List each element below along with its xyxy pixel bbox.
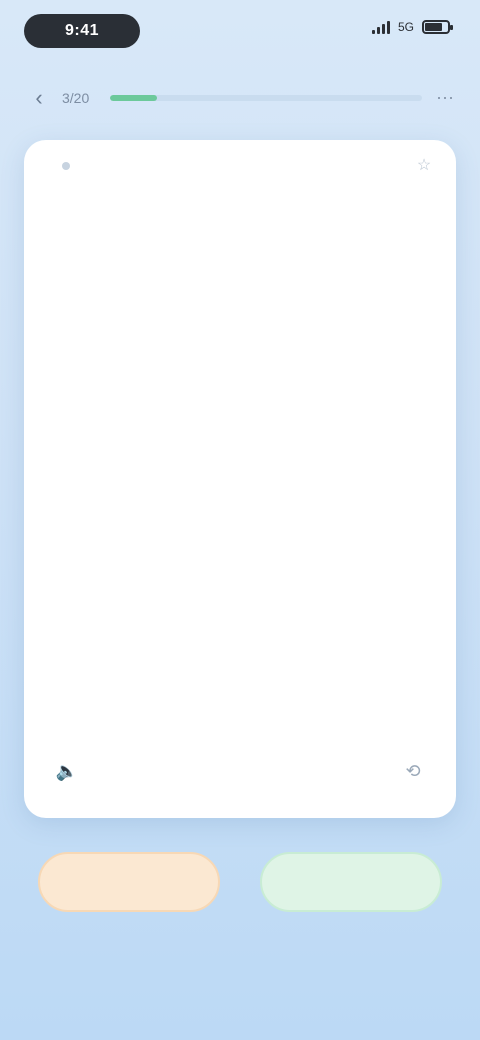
unknown-button[interactable]	[38, 852, 220, 912]
battery-fill	[425, 23, 443, 31]
status-icons: 5G	[371, 20, 453, 34]
star-icon[interactable]: ☆	[414, 156, 434, 176]
network-label: 5G	[397, 20, 414, 34]
status-time: 9:41	[24, 14, 140, 48]
progress-fill	[110, 95, 157, 101]
progress-row: ‹ 3/20 ⋯	[28, 86, 456, 110]
progress-count: 3/20	[62, 90, 90, 106]
more-icon[interactable]: ⋯	[434, 87, 456, 109]
tag-dot-icon	[62, 162, 70, 170]
status-bar: 9:41 5G	[0, 0, 480, 64]
flashcard[interactable]: ☆ 🔈 ⟲	[24, 140, 456, 818]
progress-bar	[110, 95, 422, 101]
battery-icon	[422, 20, 453, 34]
signal-icon	[371, 20, 390, 34]
speaker-icon[interactable]: 🔈	[50, 754, 84, 788]
known-button[interactable]	[260, 852, 442, 912]
flip-icon[interactable]: ⟲	[396, 754, 430, 788]
chevron-left-icon[interactable]: ‹	[28, 87, 50, 109]
